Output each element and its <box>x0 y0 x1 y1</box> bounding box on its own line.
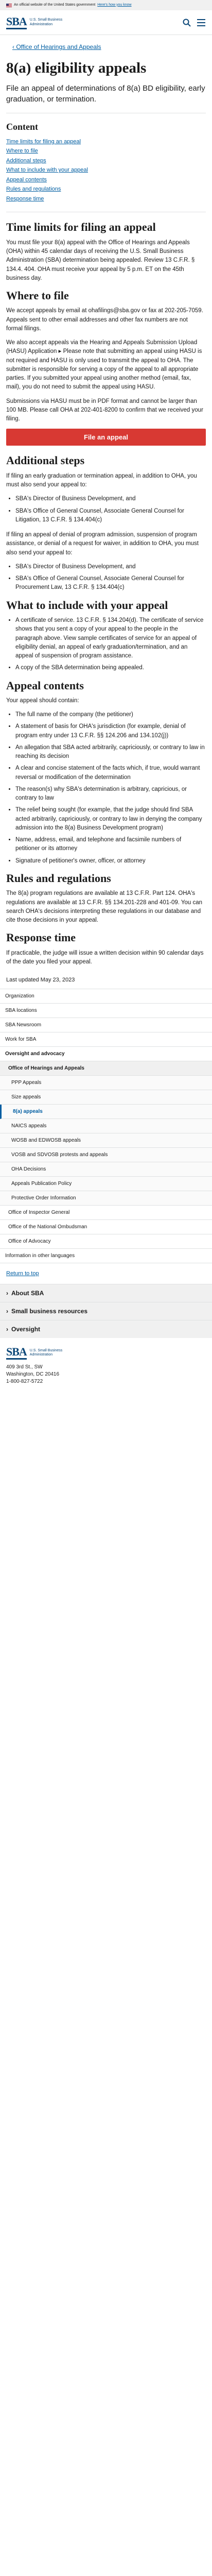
where-to-file-text-2: We also accept appeals via the Hearing a… <box>6 340 202 391</box>
toc-link-what-to-include[interactable]: What to include with your appeal <box>6 167 88 173</box>
list-item: A clear and concise statement of the fac… <box>15 764 206 782</box>
toc-heading: Content <box>6 122 38 132</box>
nav-item-vosb-appeals[interactable]: VOSB and SDVOSB protests and appeals <box>0 1147 212 1162</box>
toc-link-rules[interactable]: Rules and regulations <box>6 186 61 192</box>
additional-steps-list-2: SBA's Director of Business Development, … <box>15 563 206 592</box>
nav-item-organization[interactable]: Organization <box>0 989 212 1004</box>
appeal-contents-intro: Your appeal should contain: <box>6 697 79 704</box>
logo-text: U.S. Small Business Administration <box>29 1348 63 1357</box>
sba-logo[interactable]: SBA U.S. Small Business Administration <box>6 15 71 29</box>
list-item: A copy of the SBA determination being ap… <box>15 664 206 672</box>
page-title: 8(a) eligibility appeals <box>6 60 147 76</box>
additional-steps-text-2: If filing an appeal of denial of program… <box>6 532 199 556</box>
accordion-label: About SBA <box>11 1290 44 1297</box>
accordion-label: Small business resources <box>11 1308 88 1315</box>
page-lede: File an appeal of determinations of 8(a)… <box>6 84 205 104</box>
footer-address: 409 3rd St., SW Washington, DC 20416 1-8… <box>6 1364 206 1385</box>
where-to-file-text-3: Submissions via HASU must be in PDF form… <box>6 398 203 422</box>
time-limits-text: You must file your 8(a) appeal with the … <box>6 239 195 281</box>
accordion-about-sba[interactable]: › About SBA <box>0 1284 212 1302</box>
last-updated: Last updated May 23, 2023 <box>6 977 75 984</box>
phone-number: 1-800-827-5722 <box>6 1379 43 1385</box>
main-content: 8(a) eligibility appeals File an appeal … <box>0 60 212 985</box>
list-item: SBA's Director of Business Development, … <box>15 495 206 503</box>
appeal-contents-list: The full name of the company (the petiti… <box>15 710 206 866</box>
nav-item-sba-locations[interactable]: SBA locations <box>0 1004 212 1018</box>
nav-item-sba-newsroom[interactable]: SBA Newsroom <box>0 1018 212 1032</box>
address-line-1: 409 3rd St., SW <box>6 1364 43 1370</box>
side-navigation: Organization SBA locations SBA Newsroom … <box>0 988 212 1263</box>
logo-mark: SBA <box>6 1346 27 1360</box>
nav-item-publication-policy[interactable]: Appeals Publication Policy <box>0 1176 212 1191</box>
list-item: The reason(s) why SBA's determination is… <box>15 785 206 803</box>
chevron-right-icon: › <box>6 1290 8 1297</box>
list-item: An allegation that SBA acted arbitrarily… <box>15 743 206 761</box>
section-heading-response-time: Response time <box>6 931 76 944</box>
gov-banner: An official website of the United States… <box>0 0 212 10</box>
toc-link-where-to-file[interactable]: Where to file <box>6 148 38 154</box>
list-item: SBA's Office of General Counsel, Associa… <box>15 574 206 592</box>
where-to-file-text-1: We accept appeals by email at ohafilings… <box>6 308 203 332</box>
nav-item-work-for-sba[interactable]: Work for SBA <box>0 1032 212 1047</box>
toc-link-appeal-contents[interactable]: Appeal contents <box>6 177 47 183</box>
accordion-oversight[interactable]: › Oversight <box>0 1320 212 1338</box>
site-footer: SBA U.S. Small Business Administration 4… <box>0 1338 212 1401</box>
nav-item-8a-appeals[interactable]: 8(a) appeals <box>0 1104 212 1119</box>
section-heading-rules: Rules and regulations <box>6 871 111 885</box>
section-heading-where-to-file: Where to file <box>6 289 69 302</box>
list-item: Name, address, email, and telephone and … <box>15 836 206 854</box>
file-an-appeal-button[interactable]: File an appeal <box>6 429 206 446</box>
nav-item-size-appeals[interactable]: Size appeals <box>0 1090 212 1105</box>
list-item: A statement of basis for OHA's jurisdict… <box>15 722 206 740</box>
logo-mark: SBA <box>6 15 27 29</box>
section-heading-appeal-contents: Appeal contents <box>6 679 84 692</box>
accordion-label: Oversight <box>11 1326 41 1333</box>
accordion-small-business-resources[interactable]: › Small business resources <box>0 1302 212 1320</box>
site-header: SBA U.S. Small Business Administration <box>0 10 212 35</box>
nav-item-office-hearings-appeals[interactable]: Office of Hearings and Appeals <box>0 1061 212 1076</box>
list-item: The relief being sought (for example, th… <box>15 806 206 833</box>
us-flag-icon <box>6 3 12 7</box>
list-item: Signature of petitioner's owner, officer… <box>15 857 206 866</box>
gov-banner-text: An official website of the United States… <box>14 3 96 7</box>
address-line-2: Washington, DC 20416 <box>6 1371 60 1378</box>
heres-how-link[interactable]: Here's how you know <box>97 3 131 8</box>
search-icon[interactable] <box>182 18 191 27</box>
chevron-right-icon: › <box>6 1326 8 1333</box>
footer-logo[interactable]: SBA U.S. Small Business Administration <box>6 1346 206 1360</box>
logo-text: U.S. Small Business Administration <box>29 18 63 26</box>
return-to-top-link[interactable]: Return to top <box>0 1263 212 1284</box>
nav-item-other-languages[interactable]: Information in other languages <box>0 1249 212 1263</box>
nav-item-protective-order[interactable]: Protective Order Information <box>0 1191 212 1206</box>
menu-icon[interactable] <box>197 18 206 27</box>
section-heading-what-to-include: What to include with your appeal <box>6 598 168 612</box>
nav-item-wosb-appeals[interactable]: WOSB and EDWOSB appeals <box>0 1133 212 1148</box>
section-heading-time-limits: Time limits for filing an appeal <box>6 221 156 234</box>
list-item: A certificate of service. 13 C.F.R. § 13… <box>15 616 206 660</box>
section-heading-additional-steps: Additional steps <box>6 454 85 467</box>
table-of-contents: Time limits for filing an appeal Where t… <box>6 137 206 204</box>
additional-steps-text-1: If filing an early graduation or termina… <box>6 472 197 488</box>
nav-item-oha-decisions[interactable]: OHA Decisions <box>0 1162 212 1177</box>
list-item: SBA's Office of General Counsel, Associa… <box>15 507 206 525</box>
list-item: The full name of the company (the petiti… <box>15 710 206 719</box>
toc-link-additional-steps[interactable]: Additional steps <box>6 158 46 164</box>
nav-item-ppp-appeals[interactable]: PPP Appeals <box>0 1075 212 1090</box>
breadcrumb-back-link[interactable]: ‹ Office of Hearings and Appeals <box>0 35 212 57</box>
additional-steps-list-1: SBA's Director of Business Development, … <box>15 495 206 524</box>
nav-item-naics-appeals[interactable]: NAICS appeals <box>0 1118 212 1133</box>
rules-text: The 8(a) program regulations are availab… <box>6 890 203 924</box>
nav-item-inspector-general[interactable]: Office of Inspector General <box>0 1206 212 1220</box>
response-time-text: If practicable, the judge will issue a w… <box>6 950 204 965</box>
nav-item-office-advocacy[interactable]: Office of Advocacy <box>0 1234 212 1249</box>
toc-link-time-limits[interactable]: Time limits for filing an appeal <box>6 139 81 145</box>
what-to-include-list: A certificate of service. 13 C.F.R. § 13… <box>15 616 206 673</box>
chevron-right-icon: › <box>6 1308 8 1315</box>
nav-item-oversight-advocacy[interactable]: Oversight and advocacy <box>0 1047 212 1061</box>
nav-item-national-ombudsman[interactable]: Office of the National Ombudsman <box>0 1220 212 1234</box>
toc-link-response-time[interactable]: Response time <box>6 196 44 202</box>
list-item: SBA's Director of Business Development, … <box>15 563 206 571</box>
